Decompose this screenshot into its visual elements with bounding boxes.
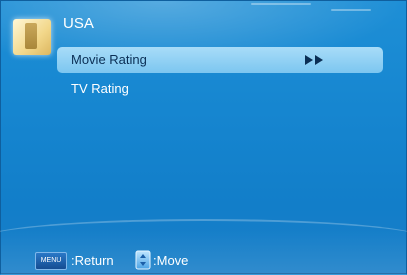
menu-item-label: Movie Rating bbox=[71, 52, 147, 67]
menu-item-movie-rating[interactable]: Movie Rating bbox=[57, 47, 383, 73]
return-hint: :Return bbox=[71, 253, 114, 268]
menu-key-icon: MENU bbox=[35, 252, 67, 270]
region-lock-icon bbox=[9, 15, 55, 55]
page-title: USA bbox=[63, 15, 94, 32]
double-arrow-right-icon bbox=[305, 55, 323, 65]
header: USA bbox=[1, 1, 407, 55]
menu-item-label: TV Rating bbox=[71, 81, 129, 96]
menu-item-tv-rating[interactable]: TV Rating bbox=[57, 76, 383, 102]
rating-menu: Movie Rating TV Rating bbox=[57, 47, 383, 105]
move-hint: :Move bbox=[153, 253, 189, 268]
navigation-key-icon bbox=[135, 250, 151, 270]
screen-frame: USA Movie Rating TV Rating MENU :Return bbox=[0, 0, 407, 275]
